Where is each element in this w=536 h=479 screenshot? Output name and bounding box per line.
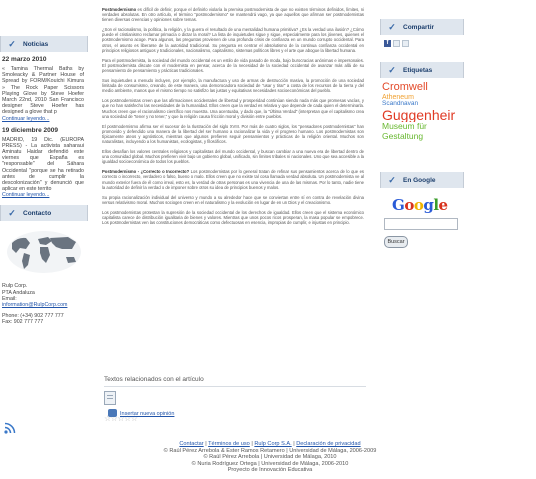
- article-paragraph: Para el postmodernista, la sociedad del …: [102, 57, 364, 73]
- chevron-down-icon: ✓: [8, 38, 16, 49]
- tags-header-title: Etiquetas: [403, 66, 433, 74]
- footer-link-terms[interactable]: Términos de uso: [208, 441, 250, 447]
- news-text: MADRID, 19 Dic. (EUROPA PRESS) - La acti…: [2, 136, 84, 193]
- footer: Contactar | Términos de uso | Rulp Corp …: [100, 441, 440, 474]
- chevron-down-icon: ✓: [388, 174, 396, 185]
- related-title: Textos relacionados con el artículo: [104, 376, 204, 383]
- fax-number: Fax: 902 777 777: [2, 319, 44, 326]
- related-section: Textos relacionados con el artículo ☆☆☆☆…: [104, 372, 366, 426]
- news-item: 19 diciembre 2009 MADRID, 19 Dic. (EUROP…: [0, 127, 88, 199]
- google-box-header[interactable]: ✓ En Google: [380, 172, 464, 188]
- rss-icon[interactable]: [4, 421, 16, 439]
- contact-box-header[interactable]: ✓ Contacto: [0, 205, 88, 222]
- article-paragraph: Sus inquietudes a menudo incluyen, por e…: [102, 78, 364, 94]
- footer-link-company[interactable]: Rulp Corp S.A.: [254, 441, 291, 447]
- tag-link[interactable]: Guggenheir: [382, 108, 464, 123]
- facebook-icon[interactable]: f: [384, 40, 391, 47]
- chevron-down-icon: ✓: [388, 21, 396, 32]
- world-map-icon: [6, 229, 82, 275]
- news-date: 22 marzo 2010: [2, 56, 47, 63]
- chevron-down-icon: ✓: [388, 64, 396, 75]
- read-more-link[interactable]: Continuar leyendo...: [2, 116, 86, 122]
- footer-project: Proyecto de Innovación Educativa: [227, 467, 313, 473]
- article-paragraph: El postmodernismo afirma ser el sucesor …: [102, 123, 364, 144]
- contact-header-title: Contacto: [23, 209, 52, 217]
- share-header-title: Compartir: [403, 23, 435, 31]
- google-header-title: En Google: [403, 176, 436, 184]
- tag-link[interactable]: Museum für Gestaltung: [382, 122, 464, 141]
- article-body: Postmodernismo es difícil de definir, po…: [102, 7, 364, 230]
- share-icons: f: [384, 40, 464, 47]
- left-sidebar: ✓ Noticias 22 marzo 2010 « Tamina Therma…: [0, 0, 88, 326]
- related-divider: [104, 386, 366, 387]
- article-paragraph: Ellos desafían los valores centrales rel…: [102, 149, 364, 165]
- news-box-header[interactable]: ✓ Noticias: [0, 36, 88, 52]
- document-icon[interactable]: [104, 391, 116, 405]
- article-paragraph: Los postmodernistas creen que las afirma…: [102, 98, 364, 119]
- news-text: « Tamina Thermal Baths by Smoleacky & Pa…: [2, 66, 84, 116]
- tag-link[interactable]: Cromwell: [382, 81, 464, 94]
- news-header-title: Noticias: [23, 40, 49, 48]
- article-paragraph: Su propia racionalización individual del…: [102, 194, 364, 205]
- google-search-input[interactable]: [384, 218, 458, 230]
- insert-opinion-link[interactable]: Insertar nueva opinión: [120, 411, 174, 417]
- share-box: ✓ Compartir f: [380, 19, 464, 47]
- footer-link-privacy[interactable]: Declaración de privacidad: [296, 441, 360, 447]
- google-logo: Google: [392, 196, 448, 214]
- comment-icon: [108, 409, 117, 417]
- tag-cloud: Cromwell Atheneum Scandnavan Guggenheir …: [382, 81, 464, 141]
- email-icon[interactable]: [402, 40, 409, 47]
- twitter-icon[interactable]: [393, 40, 400, 47]
- article-paragraph: Postmodernismo - ¿Correcto o Incorrecto?…: [102, 169, 364, 190]
- share-box-header[interactable]: ✓ Compartir: [380, 19, 464, 35]
- read-more-link[interactable]: Continuar leyendo...: [2, 192, 86, 198]
- contact-info: Rulp Corp. PTA Andaluza Email: informati…: [2, 283, 86, 325]
- google-box: ✓ En Google Google Buscar: [380, 172, 464, 248]
- news-item: 22 marzo 2010 « Tamina Thermal Baths by …: [0, 56, 88, 122]
- article-paragraph: ¿Son el racionalismo, la política, la re…: [102, 27, 364, 53]
- article-paragraph: Postmodernismo es difícil de definir, po…: [102, 7, 364, 23]
- tag-link[interactable]: Scandnavan: [382, 100, 464, 108]
- chevron-down-icon: ✓: [8, 207, 16, 218]
- article-paragraph: Los postmodernistas protestan la supresi…: [102, 209, 364, 226]
- tags-box-header[interactable]: ✓ Etiquetas: [380, 62, 464, 78]
- google-search-button[interactable]: Buscar: [384, 236, 408, 248]
- tags-box: ✓ Etiquetas Cromwell Atheneum Scandnavan…: [380, 62, 464, 141]
- insert-opinion[interactable]: Insertar nueva opinión: [108, 409, 174, 417]
- news-date: 19 diciembre 2009: [2, 126, 59, 134]
- footer-link-contact[interactable]: Contactar: [179, 441, 203, 447]
